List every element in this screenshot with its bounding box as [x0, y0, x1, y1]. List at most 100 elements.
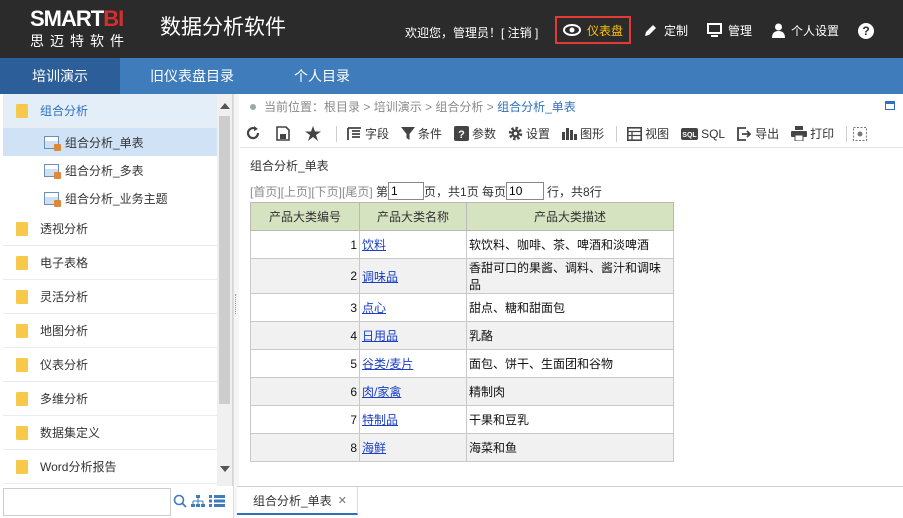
breadcrumb-item[interactable]: 根目录 — [324, 98, 360, 115]
cell-code: 7 — [250, 405, 360, 434]
tree-subitem-single-table[interactable]: 组合分析_单表 — [3, 128, 217, 156]
tree-item-word-report[interactable]: Word分析报告 — [3, 450, 217, 484]
tree-subitem-business-topic[interactable]: 组合分析_业务主题 — [3, 184, 217, 212]
view-button[interactable]: 视图 — [627, 122, 669, 146]
category-link[interactable]: 饮料 — [362, 238, 386, 252]
breadcrumb-sep: > — [360, 99, 374, 114]
nav-dashboard[interactable]: 仪表盘 — [555, 16, 632, 44]
chart-label: 图形 — [580, 127, 605, 141]
panel-splitter[interactable] — [233, 94, 239, 518]
category-link[interactable]: 特制品 — [362, 413, 398, 427]
tree-item-flexible[interactable]: 灵活分析 — [3, 280, 217, 314]
settings-button[interactable]: 设置 — [508, 122, 550, 146]
page-number-input[interactable] — [388, 182, 425, 200]
fields-label: 字段 — [365, 127, 390, 141]
cell-code: 8 — [250, 433, 360, 462]
column-header-name[interactable]: 产品大类名称 — [359, 202, 467, 231]
tree-item-combined-analysis[interactable]: 组合分析 — [3, 94, 217, 128]
tree-search-input[interactable] — [3, 488, 171, 516]
tree-view-icon[interactable] — [191, 494, 205, 511]
category-link[interactable]: 海鲜 — [362, 441, 386, 455]
tab-old-dashboard[interactable]: 旧仪表盘目录 — [140, 58, 244, 94]
category-link[interactable]: 调味品 — [362, 270, 398, 284]
favorite-button[interactable] — [305, 122, 324, 146]
breadcrumb: 当前位置： 根目录 > 培训演示 > 组合分析 > 组合分析_单表 — [250, 98, 576, 115]
tab-personal-dir[interactable]: 个人目录 — [284, 58, 360, 94]
tree-item-map[interactable]: 地图分析 — [3, 314, 217, 348]
location-dot-icon — [250, 103, 256, 110]
tree-item-pivot[interactable]: 透视分析 — [3, 212, 217, 246]
view-icon — [627, 126, 643, 141]
rows-per-page-input[interactable] — [506, 182, 545, 200]
pager-last[interactable]: [尾页] — [342, 183, 373, 200]
tree-item-gauge[interactable]: 仪表分析 — [3, 348, 217, 382]
sql-button[interactable]: SQL SQL — [681, 122, 725, 146]
nav-personal-settings[interactable]: 个人设置 — [772, 16, 839, 44]
pager-next[interactable]: [下页] — [311, 183, 342, 200]
print-button[interactable]: 打印 — [791, 122, 834, 146]
scrollbar-thumb[interactable] — [219, 116, 230, 404]
tab-training-demo[interactable]: 培训演示 — [0, 58, 120, 94]
parameters-button[interactable]: ? 参数 — [454, 122, 496, 146]
open-report-tab[interactable]: 组合分析_单表 ✕ — [237, 487, 358, 515]
scroll-down-icon[interactable] — [220, 466, 230, 472]
conditions-button[interactable]: 条件 — [401, 122, 442, 146]
report-toolbar: 字段 条件 ? 参数 设置 图形 视图 SQL SQL 导出 打印 — [240, 120, 903, 148]
fields-button[interactable]: 字段 — [347, 122, 389, 146]
maximize-icon[interactable] — [885, 101, 895, 110]
column-header-description[interactable]: 产品大类描述 — [466, 202, 674, 231]
tree-item-multidim[interactable]: 多维分析 — [3, 382, 217, 416]
refresh-button[interactable] — [246, 122, 264, 146]
breadcrumb-prefix: 当前位置： — [264, 100, 325, 114]
nav-manage[interactable]: 管理 — [707, 16, 752, 44]
export-button[interactable]: 导出 — [737, 122, 779, 146]
svg-text:SQL: SQL — [682, 132, 697, 139]
pager-first[interactable]: [首页] — [250, 183, 281, 200]
close-icon[interactable]: ✕ — [338, 494, 347, 507]
breadcrumb-item[interactable]: 培训演示 — [374, 98, 422, 115]
app-title: 数据分析软件 — [160, 16, 286, 39]
breadcrumb-item[interactable]: 组合分析 — [435, 98, 483, 115]
splitter-grip[interactable] — [235, 294, 238, 314]
logo-text: SMART — [30, 6, 104, 31]
refresh-icon — [246, 126, 260, 140]
nav-dashboard-label: 仪表盘 — [587, 23, 624, 38]
export-label: 导出 — [755, 127, 780, 141]
list-view-icon[interactable] — [209, 494, 225, 510]
category-link[interactable]: 日用品 — [362, 329, 398, 343]
pager-prev[interactable]: [上页] — [281, 183, 312, 200]
chart-icon — [562, 128, 578, 140]
folder-icon — [16, 323, 28, 338]
monitor-icon — [707, 23, 722, 37]
scroll-up-icon[interactable] — [220, 103, 230, 109]
tree-item-label: 灵活分析 — [40, 290, 89, 304]
help-icon[interactable]: ? — [858, 23, 874, 39]
nav-customize[interactable]: 定制 — [643, 16, 688, 44]
cell-name: 肉/家禽 — [359, 377, 467, 406]
report-table: 产品大类编号 产品大类名称 产品大类描述 1 饮料 软饮料、咖啡、茶、啤酒和淡啤酒 … — [250, 202, 674, 462]
eye-icon — [563, 24, 581, 36]
more-button[interactable] — [853, 122, 870, 146]
chart-button[interactable]: 图形 — [562, 122, 604, 146]
category-link[interactable]: 肉/家禽 — [362, 385, 401, 399]
tree-item-label: 地图分析 — [40, 324, 89, 338]
tree-item-dataset[interactable]: 数据集定义 — [3, 416, 217, 450]
category-link[interactable]: 点心 — [362, 301, 386, 315]
save-button[interactable] — [276, 122, 293, 146]
tree-subitem-multi-table[interactable]: 组合分析_多表 — [3, 156, 217, 184]
tree-item-spreadsheet[interactable]: 电子表格 — [3, 246, 217, 280]
welcome-text[interactable]: 欢迎您，管理员！[ 注销 ] — [405, 24, 538, 41]
category-link[interactable]: 谷类/麦片 — [362, 357, 413, 371]
sidebar-scrollbar[interactable] — [217, 94, 232, 486]
cell-description: 面包、饼干、生面团和谷物 — [466, 349, 674, 378]
tree-item-label: 仪表分析 — [40, 358, 89, 372]
filter-icon — [401, 126, 416, 140]
tree-item-label: 多维分析 — [40, 392, 89, 406]
param-icon: ? — [454, 126, 470, 141]
logo: SMARTBI 思迈特软件 — [30, 8, 150, 52]
directory-tabs: 培训演示 旧仪表盘目录 个人目录 — [0, 58, 903, 94]
logo-subtitle: 思迈特软件 — [30, 33, 130, 49]
column-header-code[interactable]: 产品大类编号 — [250, 202, 360, 231]
table-row: 6 肉/家禽 精制肉 — [250, 377, 674, 406]
search-icon[interactable] — [173, 494, 187, 511]
